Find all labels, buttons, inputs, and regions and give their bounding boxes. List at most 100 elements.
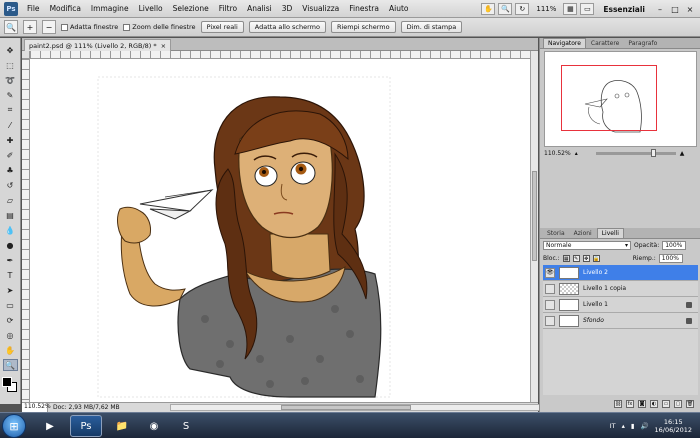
tab-livelli[interactable]: Livelli: [596, 228, 624, 238]
link-layers-icon[interactable]: ⛓: [614, 400, 622, 408]
visibility-eye-icon[interactable]: 👁: [545, 267, 555, 278]
fill-field[interactable]: 100%: [658, 254, 683, 263]
ruler-origin[interactable]: [22, 51, 30, 59]
checkbox-box[interactable]: [123, 23, 131, 31]
lock-position-icon[interactable]: ✥: [582, 255, 590, 262]
adatta-schermo-button[interactable]: Adatta allo schermo: [248, 21, 326, 33]
brush-tool-icon[interactable]: ✐: [3, 149, 18, 161]
layer-name[interactable]: Livello 1: [583, 301, 686, 308]
dim-stampa-button[interactable]: Dim. di stampa: [400, 21, 463, 33]
photoshop-taskbar-icon[interactable]: Ps: [70, 415, 102, 437]
history-brush-tool-icon[interactable]: ↺: [3, 179, 18, 191]
tab-navigatore[interactable]: Navigatore: [543, 38, 586, 48]
rotate-view-icon[interactable]: ↻: [515, 3, 530, 15]
visibility-eye-icon[interactable]: [545, 299, 555, 310]
zoom-out-small-icon[interactable]: ▴: [575, 150, 578, 157]
healing-tool-icon[interactable]: ✚: [3, 134, 18, 146]
clone-stamp-tool-icon[interactable]: ♣: [3, 164, 18, 176]
shape-tool-icon[interactable]: ▭: [3, 299, 18, 311]
menu-immagine[interactable]: Immagine: [86, 4, 134, 13]
menu-visualizza[interactable]: Visualizza: [297, 4, 344, 13]
close-button[interactable]: ×: [684, 3, 696, 15]
media-player-icon[interactable]: ▶: [34, 415, 66, 437]
zoom-preset-icon[interactable]: 🔍: [4, 20, 18, 34]
document-tab[interactable]: paint2.psd @ 111% (Livello 2, RGB/8) * ×: [24, 39, 172, 51]
menu-3d[interactable]: 3D: [277, 4, 298, 13]
menu-modifica[interactable]: Modifica: [45, 4, 86, 13]
eyedropper-tool-icon[interactable]: ⁄: [3, 119, 18, 131]
menu-file[interactable]: File: [22, 4, 45, 13]
vertical-scroll-thumb[interactable]: [532, 171, 537, 261]
path-select-tool-icon[interactable]: ➤: [3, 284, 18, 296]
navigator-zoom-slider[interactable]: [595, 148, 676, 157]
workspace-switcher[interactable]: Essenziali: [597, 5, 651, 14]
network-icon[interactable]: ▮: [631, 422, 635, 430]
3d-orbit-tool-icon[interactable]: ◎: [3, 329, 18, 341]
adatta-finestre-checkbox[interactable]: Adatta finestre: [61, 23, 118, 31]
lock-pixels-icon[interactable]: ✎: [572, 255, 580, 262]
color-swatches[interactable]: [2, 377, 18, 393]
zoom-out-icon[interactable]: −: [42, 20, 56, 34]
dodge-tool-icon[interactable]: ●: [3, 239, 18, 251]
close-document-icon[interactable]: ×: [161, 42, 166, 50]
zoom-in-icon[interactable]: +: [23, 20, 37, 34]
foreground-color-swatch[interactable]: [2, 377, 12, 387]
delete-layer-icon[interactable]: 🗑: [686, 400, 694, 408]
type-tool-icon[interactable]: T: [3, 269, 18, 281]
status-zoom-field[interactable]: 110.52%: [22, 403, 51, 412]
language-indicator[interactable]: IT: [610, 422, 616, 430]
layer-livello-1-copia[interactable]: Livello 1 copia: [543, 281, 698, 297]
minimize-button[interactable]: –: [654, 3, 666, 15]
pixel-reali-button[interactable]: Pixel reali: [200, 21, 244, 33]
menu-selezione[interactable]: Selezione: [168, 4, 214, 13]
zoom-tool-icon[interactable]: 🔍: [498, 3, 513, 15]
lasso-tool-icon[interactable]: ➰: [3, 74, 18, 86]
blend-mode-select[interactable]: Normale ▾: [543, 241, 631, 250]
lock-transparency-icon[interactable]: ▦: [562, 255, 570, 262]
layer-style-icon[interactable]: fx: [626, 400, 634, 408]
layer-livello-1[interactable]: Livello 1: [543, 297, 698, 313]
arrange-documents-icon[interactable]: ▦: [563, 3, 578, 15]
crop-tool-icon[interactable]: ⌗: [3, 104, 18, 116]
navigator-view-box[interactable]: [561, 65, 657, 131]
tab-storia[interactable]: Storia: [543, 228, 569, 238]
tray-expand-icon[interactable]: ▴: [622, 422, 625, 430]
menu-finestra[interactable]: Finestra: [344, 4, 384, 13]
menu-filtro[interactable]: Filtro: [214, 4, 242, 13]
visibility-eye-icon[interactable]: [545, 283, 555, 294]
move-tool-icon[interactable]: ✥: [3, 44, 18, 56]
blur-tool-icon[interactable]: 💧: [3, 224, 18, 236]
layer-sfondo[interactable]: Sfondo: [543, 313, 698, 329]
hand-tool-icon[interactable]: ✋: [3, 344, 18, 356]
tab-carattere[interactable]: Carattere: [587, 38, 623, 48]
file-explorer-icon[interactable]: 📁: [106, 415, 138, 437]
menu-aiuto[interactable]: Aiuto: [384, 4, 414, 13]
screen-mode-icon[interactable]: ▭: [580, 3, 595, 15]
menu-analisi[interactable]: Analisi: [242, 4, 277, 13]
skype-icon[interactable]: S: [170, 415, 202, 437]
navigator-zoom-knob[interactable]: [650, 148, 656, 157]
adjustment-layer-icon[interactable]: ◐: [650, 400, 658, 408]
vertical-scrollbar[interactable]: [530, 51, 538, 402]
document-info[interactable]: Doc: 2,93 MB/7,62 MB: [48, 404, 134, 411]
zoom-in-large-icon[interactable]: ▲: [680, 150, 685, 157]
navigator-preview[interactable]: [544, 51, 697, 147]
volume-icon[interactable]: 🔊: [640, 422, 648, 430]
layer-name[interactable]: Sfondo: [583, 317, 686, 324]
3d-rotate-tool-icon[interactable]: ⟳: [3, 314, 18, 326]
gradient-tool-icon[interactable]: ▤: [3, 209, 18, 221]
layer-name[interactable]: Livello 1 copia: [583, 285, 698, 292]
new-group-icon[interactable]: ▭: [662, 400, 670, 408]
horizontal-scroll-thumb[interactable]: [281, 405, 411, 410]
hand-tool-icon[interactable]: ✋: [481, 3, 496, 15]
navigator-zoom-value[interactable]: 110.52%: [544, 150, 571, 157]
tab-azioni[interactable]: Azioni: [570, 228, 596, 238]
horizontal-ruler[interactable]: [30, 51, 530, 59]
canvas[interactable]: [30, 59, 530, 402]
visibility-eye-icon[interactable]: [545, 315, 555, 326]
zoom-finestre-checkbox[interactable]: Zoom delle finestre: [123, 23, 196, 31]
layer-mask-icon[interactable]: ◙: [638, 400, 646, 408]
lock-all-icon[interactable]: 🔒: [592, 255, 600, 262]
chrome-icon[interactable]: ◉: [138, 415, 170, 437]
quick-select-tool-icon[interactable]: ✎: [3, 89, 18, 101]
